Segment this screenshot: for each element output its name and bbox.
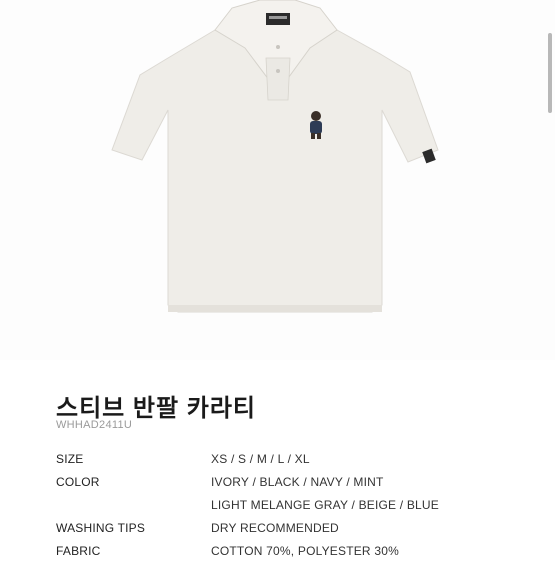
spec-label: SIZE (56, 452, 84, 466)
spec-label: COLOR (56, 475, 100, 489)
spec-table: SIZE XS / S / M / L / XL COLOR IVORY / B… (56, 448, 526, 563)
spec-row-color: COLOR IVORY / BLACK / NAVY / MINT (56, 471, 526, 494)
product-title: 스티브 반팔 카라티 (56, 395, 256, 422)
spec-value: DRY RECOMMENDED (211, 521, 339, 535)
product-code: WHHAD2411U (56, 419, 133, 431)
spec-row-color-continued: LIGHT MELANGE GRAY / BEIGE / BLUE (56, 494, 526, 517)
spec-label: FABRIC (56, 544, 101, 558)
spec-row-washing: WASHING TIPS DRY RECOMMENDED (56, 517, 526, 540)
polo-shirt-illustration (111, 0, 439, 313)
spec-row-fabric: FABRIC COTTON 70%, POLYESTER 30% (56, 540, 526, 563)
scrollbar[interactable] (548, 33, 552, 113)
product-image[interactable] (0, 0, 555, 360)
spec-value: COTTON 70%, POLYESTER 30% (211, 544, 399, 558)
spec-value: IVORY / BLACK / NAVY / MINT (211, 475, 384, 489)
spec-row-size: SIZE XS / S / M / L / XL (56, 448, 526, 471)
spec-value: XS / S / M / L / XL (211, 452, 310, 466)
spec-value: LIGHT MELANGE GRAY / BEIGE / BLUE (211, 498, 440, 512)
spec-label: WASHING TIPS (56, 521, 146, 535)
